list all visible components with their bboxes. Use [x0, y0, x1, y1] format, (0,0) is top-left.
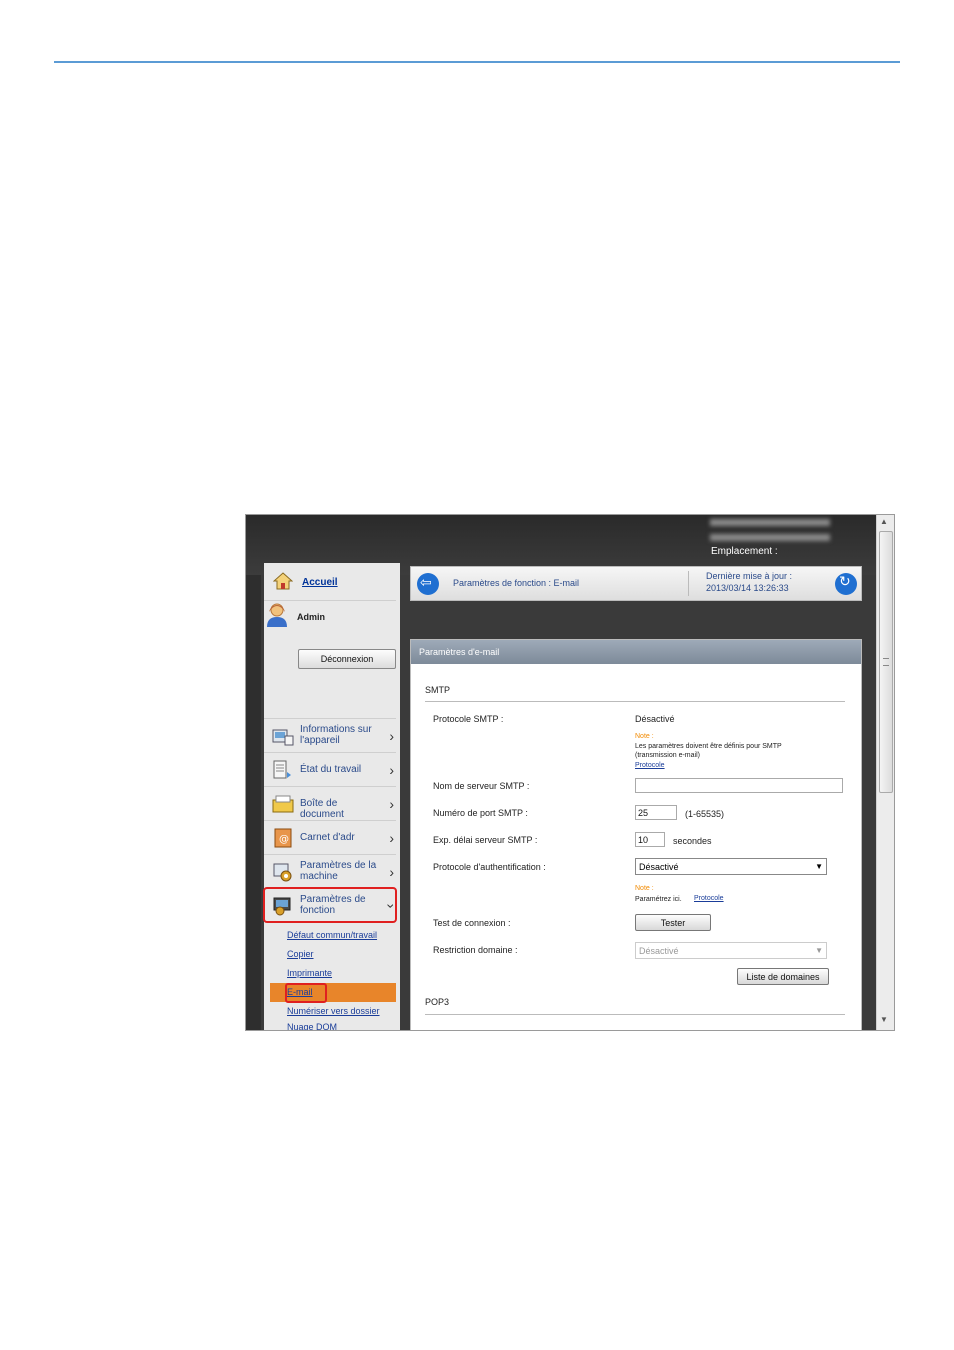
- blurred-model-text: [710, 519, 830, 526]
- chevron-right-icon: ›: [389, 762, 394, 778]
- submenu-common-default[interactable]: Défaut commun/travail: [270, 926, 396, 945]
- address-book-icon: @: [274, 828, 292, 848]
- domain-restriction-label: Restriction domaine :: [433, 945, 518, 955]
- auth-protocol-select[interactable]: Désactivé ▼: [635, 858, 827, 875]
- smtp-timeout-unit: secondes: [673, 836, 712, 846]
- dropdown-arrow-icon: ▼: [815, 862, 823, 871]
- sidebar-item-job-status[interactable]: État du travail ›: [264, 752, 396, 786]
- sidebar-item-function-settings[interactable]: Paramètres de fonction ›: [263, 887, 400, 923]
- sidebar-item-machine-settings[interactable]: Paramètres de la machine ›: [264, 854, 396, 888]
- domain-restriction-selected: Désactivé: [639, 946, 679, 956]
- scroll-up-icon[interactable]: ▲: [880, 517, 888, 526]
- note-text-2: Paramétrez ici.: [635, 896, 682, 903]
- function-settings-submenu: Défaut commun/travail Copier Imprimante …: [270, 926, 396, 1030]
- smtp-port-input[interactable]: 25: [635, 805, 677, 820]
- scrollbar-thumb[interactable]: [879, 531, 893, 793]
- submenu-printer[interactable]: Imprimante: [270, 964, 396, 983]
- blurred-host-text: [710, 534, 830, 541]
- machine-settings-icon: [273, 863, 292, 882]
- sidebar-item-document-box[interactable]: Boîte de document ›: [264, 786, 396, 820]
- sidebar-item-label: Carnet d'adr: [300, 832, 355, 843]
- last-update-label: Dernière mise à jour :: [706, 571, 793, 581]
- domain-restriction-select[interactable]: Désactivé ▼: [635, 942, 827, 959]
- section-smtp: SMTP: [425, 685, 451, 695]
- svg-text:@: @: [279, 834, 289, 845]
- submenu-email[interactable]: E-mail: [270, 983, 396, 1003]
- back-button[interactable]: [417, 573, 439, 595]
- chevron-right-icon: ›: [389, 796, 394, 812]
- toolbar-divider: [688, 571, 689, 596]
- document-box-icon: [272, 795, 294, 813]
- chevron-right-icon: ›: [389, 830, 394, 846]
- smtp-protocol-value: Désactivé: [635, 714, 675, 724]
- user-name: Admin: [297, 612, 325, 622]
- function-settings-icon: [273, 897, 291, 916]
- smtp-port-label: Numéro de port SMTP :: [433, 808, 528, 818]
- smtp-port-range: (1-65535): [685, 809, 725, 819]
- logout-button[interactable]: Déconnexion: [298, 649, 396, 669]
- connection-test-label: Test de connexion :: [433, 918, 511, 928]
- smtp-timeout-label: Exp. délai serveur SMTP :: [433, 835, 538, 845]
- panel-title: Paramètres d'e-mail: [411, 640, 861, 664]
- test-button[interactable]: Tester: [635, 914, 711, 931]
- user-avatar-icon: [267, 603, 287, 627]
- submenu-dsm-cut[interactable]: Nuage DOM: [270, 1021, 396, 1030]
- sidebar-menu: Informations sur l'appareil › État du tra…: [263, 718, 400, 923]
- sidebar-item-label: Boîte de document: [300, 798, 344, 820]
- vertical-scrollbar[interactable]: ▲ ▼: [876, 515, 894, 1030]
- note-label: Note :: [635, 733, 654, 740]
- page-margin: [246, 515, 261, 1030]
- scroll-down-icon[interactable]: ▼: [880, 1015, 888, 1024]
- sidebar-item-label: Paramètres de la machine: [300, 860, 377, 882]
- job-status-icon: [273, 760, 291, 779]
- refresh-button[interactable]: [835, 573, 857, 595]
- sidebar-item-device-info[interactable]: Informations sur l'appareil ›: [264, 718, 396, 752]
- auth-protocol-selected: Désactivé: [639, 862, 679, 872]
- smtp-server-input[interactable]: [635, 778, 843, 793]
- section-pop3: POP3: [425, 997, 450, 1007]
- home-link[interactable]: Accueil: [302, 577, 338, 588]
- page-top-rule: [54, 61, 900, 63]
- submenu-copy[interactable]: Copier: [270, 945, 396, 964]
- sidebar: Accueil Admin Déconnexion Informations s…: [263, 563, 400, 1030]
- chevron-down-icon: ›: [383, 903, 400, 909]
- smtp-protocol-label: Protocole SMTP :: [433, 714, 504, 724]
- selection-highlight: [285, 983, 327, 1003]
- smtp-timeout-input[interactable]: 10: [635, 832, 665, 847]
- protocol-link[interactable]: Protocole: [635, 762, 665, 769]
- note-label-2: Note :: [635, 885, 654, 892]
- page-toolbar: Paramètres de fonction : E-mail Dernière…: [410, 566, 862, 601]
- email-settings-panel: Paramètres d'e-mail SMTP Protocole SMTP …: [410, 639, 862, 1030]
- chevron-right-icon: ›: [389, 864, 394, 880]
- sidebar-item-label: État du travail: [300, 764, 362, 775]
- section-divider: [425, 701, 845, 702]
- auth-protocol-label: Protocole d'authentification :: [433, 862, 546, 872]
- browser-screenshot: Emplacement : Accueil Admin Déconnexion: [245, 514, 895, 1031]
- sidebar-item-label: Informations sur l'appareil: [300, 724, 372, 746]
- page-title: Paramètres de fonction : E-mail: [453, 578, 580, 588]
- device-info-icon: [272, 729, 294, 746]
- column-gap: [400, 575, 410, 1030]
- location-label: Emplacement :: [711, 546, 778, 557]
- protocol-link-2[interactable]: Protocole: [694, 895, 724, 902]
- sidebar-item-label: Paramètres de fonction: [300, 894, 366, 916]
- sidebar-item-address-book[interactable]: @ Carnet d'adr ›: [264, 820, 396, 854]
- smtp-server-label: Nom de serveur SMTP :: [433, 781, 530, 791]
- chevron-right-icon: ›: [389, 728, 394, 744]
- note-text: Les paramètres doivent être définis pour…: [635, 743, 782, 759]
- dropdown-arrow-icon: ▼: [815, 946, 823, 955]
- section-divider: [425, 1014, 845, 1015]
- domain-list-button[interactable]: Liste de domaines: [737, 968, 829, 985]
- home-icon[interactable]: [273, 571, 293, 591]
- submenu-scan-to-folder[interactable]: Numériser vers dossier: [270, 1002, 396, 1021]
- last-update-value: 2013/03/14 13:26:33: [706, 583, 789, 593]
- home-row: Accueil: [264, 563, 396, 601]
- scroll-grip-icon: [883, 658, 889, 666]
